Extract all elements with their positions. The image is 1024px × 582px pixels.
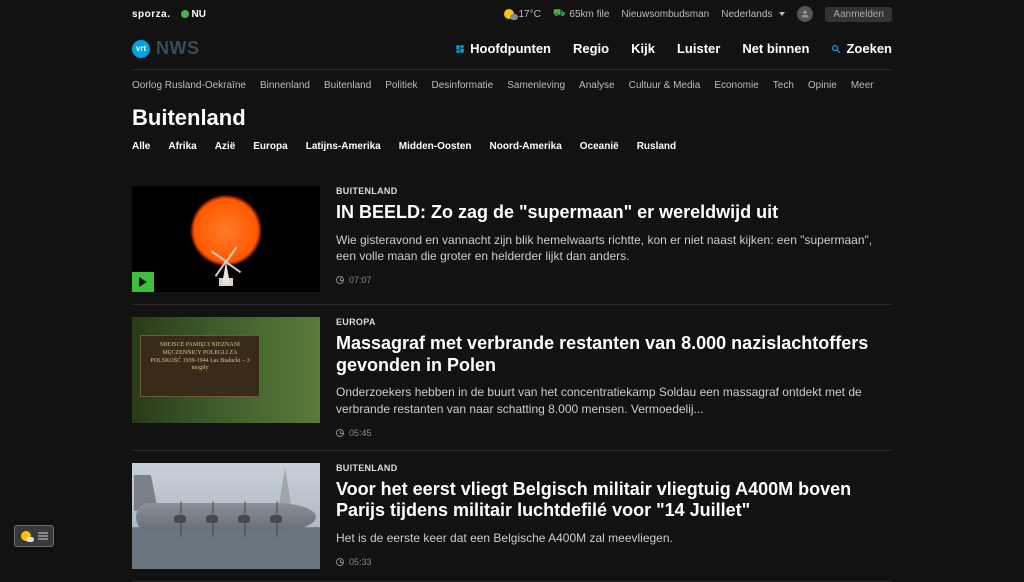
play-icon[interactable] bbox=[132, 272, 154, 292]
nav-zoeken[interactable]: Zoeken bbox=[831, 41, 892, 56]
traffic-widget[interactable]: ⛟ 65km file bbox=[553, 8, 610, 21]
article-headline: Massagraf met verbrande restanten van 8.… bbox=[336, 333, 892, 376]
article-thumbnail bbox=[132, 463, 320, 569]
article-card[interactable]: BUITENLAND IN BEELD: Zo zag de "supermaa… bbox=[132, 174, 892, 305]
article-dek: Onderzoekers hebben in de buurt van het … bbox=[336, 384, 892, 418]
chevron-down-icon bbox=[779, 12, 785, 16]
article-kicker: BUITENLAND bbox=[336, 463, 892, 473]
article-timestamp: 05:45 bbox=[349, 428, 372, 438]
cat-item[interactable]: Economie bbox=[714, 80, 758, 91]
clock-icon bbox=[336, 558, 344, 566]
search-icon bbox=[831, 44, 841, 54]
nav-luister[interactable]: Luister bbox=[677, 41, 720, 56]
weather-widget[interactable]: 17°C bbox=[504, 9, 540, 20]
filter-pill[interactable]: Afrika bbox=[168, 141, 196, 152]
filter-pill[interactable]: Oceanië bbox=[580, 141, 619, 152]
user-avatar-icon[interactable] bbox=[797, 6, 813, 22]
menu-lines-icon bbox=[38, 532, 48, 540]
cat-item[interactable]: Buitenland bbox=[324, 80, 371, 91]
nav-net-binnen[interactable]: Net binnen bbox=[742, 41, 809, 56]
filter-pill[interactable]: Europa bbox=[253, 141, 287, 152]
cat-item[interactable]: Politiek bbox=[385, 80, 417, 91]
filter-pill[interactable]: Latijns-Amerika bbox=[306, 141, 381, 152]
logo-text: NWS bbox=[156, 38, 200, 59]
sun-icon bbox=[21, 531, 31, 541]
filter-pill[interactable]: Midden-Oosten bbox=[399, 141, 472, 152]
clock-icon bbox=[336, 276, 344, 284]
filter-pill[interactable]: Noord-Amerika bbox=[490, 141, 562, 152]
article-card[interactable]: MIEJSCE PAMIĘCI NIEZNANI MĘCZENNICY POLE… bbox=[132, 305, 892, 451]
site-logo[interactable]: vrt NWS bbox=[132, 38, 200, 59]
login-button[interactable]: Aanmelden bbox=[825, 7, 892, 22]
traffic-icon: ⛟ bbox=[553, 8, 566, 21]
clock-icon bbox=[336, 429, 344, 437]
cat-item[interactable]: Binnenland bbox=[260, 80, 310, 91]
region-filters: Alle Afrika Azië Europa Latijns-Amerika … bbox=[132, 141, 892, 152]
page-title: Buitenland bbox=[132, 105, 892, 131]
brand-nu-dot-icon bbox=[181, 10, 189, 18]
article-card[interactable]: BUITENLAND Voor het eerst vliegt Belgisc… bbox=[132, 451, 892, 582]
brand-sporza[interactable]: sporza. bbox=[132, 9, 171, 20]
brand-nu-label: NU bbox=[192, 9, 206, 20]
article-meta: 05:33 bbox=[336, 557, 892, 567]
filter-pill[interactable]: Azië bbox=[215, 141, 236, 152]
article-headline: IN BEELD: Zo zag de "supermaan" er werel… bbox=[336, 202, 892, 224]
cat-item[interactable]: Oorlog Rusland-Oekraïne bbox=[132, 80, 246, 91]
language-label: Nederlands bbox=[721, 9, 772, 20]
filter-pill[interactable]: Rusland bbox=[637, 141, 676, 152]
weather-temp: 17°C bbox=[518, 9, 540, 20]
article-kicker: BUITENLAND bbox=[336, 186, 892, 196]
brand-nu[interactable]: NU bbox=[181, 9, 206, 20]
theme-widget[interactable] bbox=[14, 525, 54, 547]
nav-kijk[interactable]: Kijk bbox=[631, 41, 655, 56]
main-nav: vrt NWS Hoofdpunten Regio Kijk Luister N… bbox=[132, 28, 892, 70]
plaque-text: MIEJSCE PAMIĘCI NIEZNANI MĘCZENNICY POLE… bbox=[140, 335, 260, 397]
cat-item[interactable]: Cultuur & Media bbox=[629, 80, 701, 91]
ombudsman-link[interactable]: Nieuwsombudsman bbox=[621, 9, 709, 20]
cat-item[interactable]: Tech bbox=[773, 80, 794, 91]
article-headline: Voor het eerst vliegt Belgisch militair … bbox=[336, 479, 892, 522]
article-timestamp: 05:33 bbox=[349, 557, 372, 567]
cat-item[interactable]: Meer bbox=[851, 80, 874, 91]
article-meta: 07:07 bbox=[336, 275, 892, 285]
article-meta: 05:45 bbox=[336, 428, 892, 438]
traffic-text: 65km file bbox=[569, 9, 609, 20]
article-dek: Wie gisteravond en vannacht zijn blik he… bbox=[336, 232, 892, 266]
article-thumbnail: MIEJSCE PAMIĘCI NIEZNANI MĘCZENNICY POLE… bbox=[132, 317, 320, 423]
utility-bar: sporza. NU 17°C ⛟ 65km file Nieuwsombuds… bbox=[132, 0, 892, 28]
logo-badge: vrt bbox=[132, 40, 150, 58]
article-thumbnail bbox=[132, 186, 320, 292]
cat-item[interactable]: Desinformatie bbox=[432, 80, 494, 91]
nav-hoofdpunten[interactable]: Hoofdpunten bbox=[455, 41, 551, 56]
article-kicker: EUROPA bbox=[336, 317, 892, 327]
language-switcher[interactable]: Nederlands bbox=[721, 9, 785, 20]
filter-pill[interactable]: Alle bbox=[132, 141, 150, 152]
article-dek: Het is de eerste keer dat een Belgische … bbox=[336, 530, 892, 547]
weather-icon bbox=[504, 9, 514, 19]
home-icon bbox=[455, 44, 465, 54]
article-timestamp: 07:07 bbox=[349, 275, 372, 285]
cat-item[interactable]: Opinie bbox=[808, 80, 837, 91]
category-bar: Oorlog Rusland-Oekraïne Binnenland Buite… bbox=[132, 70, 892, 99]
nav-regio[interactable]: Regio bbox=[573, 41, 609, 56]
cat-item[interactable]: Samenleving bbox=[507, 80, 565, 91]
cat-item[interactable]: Analyse bbox=[579, 80, 615, 91]
